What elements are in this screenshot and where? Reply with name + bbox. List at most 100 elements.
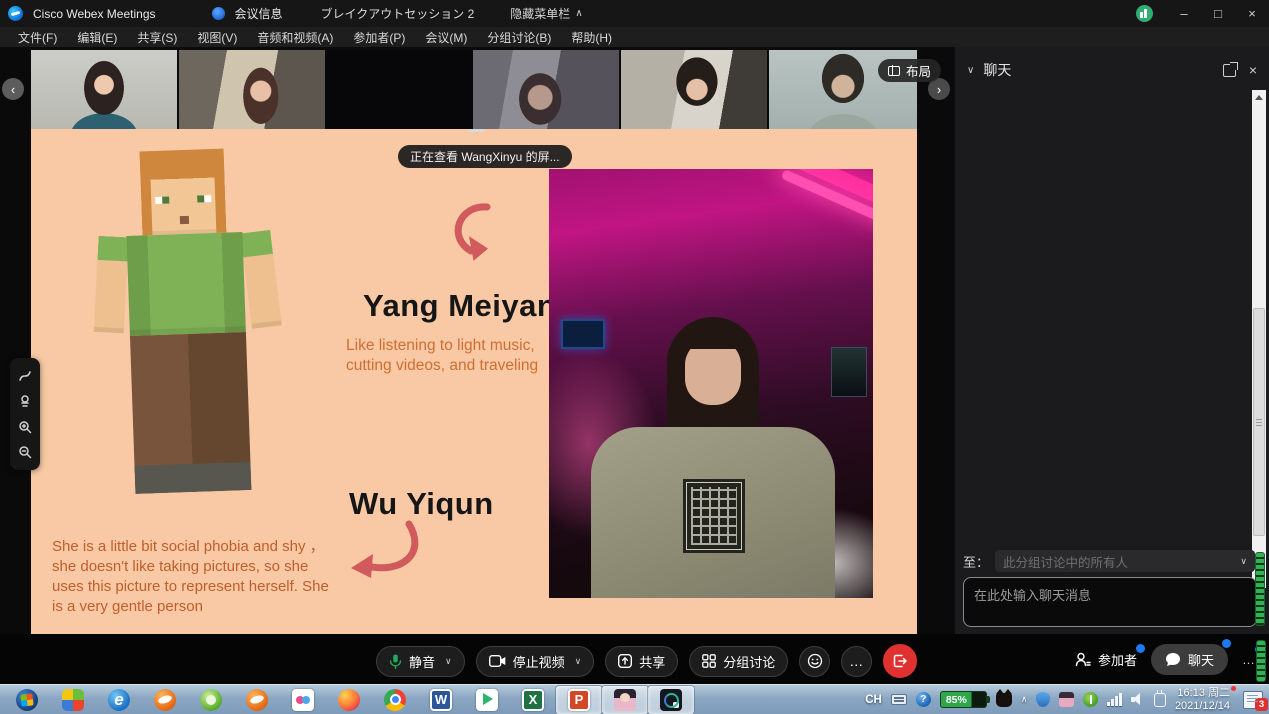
zoom-out-icon[interactable]: [18, 445, 32, 459]
battery-widget[interactable]: 85%: [940, 691, 987, 708]
more-options-button[interactable]: …: [841, 646, 872, 677]
firefox-icon: [338, 689, 360, 711]
stop-video-button[interactable]: 停止视频 ∨: [476, 646, 595, 677]
security-shield-icon[interactable]: [1036, 692, 1050, 707]
photo-monitor: [831, 347, 867, 397]
video-tile-5[interactable]: [621, 50, 767, 129]
recipient-dropdown[interactable]: 此分组讨论中的所有人 ∨: [995, 550, 1255, 572]
taskbar-chrome[interactable]: [372, 686, 418, 714]
cat-app-icon[interactable]: [996, 693, 1012, 707]
layout-grid-icon: [888, 66, 900, 76]
antivirus-icon[interactable]: [1083, 692, 1098, 707]
participants-notification-dot: [1136, 644, 1145, 653]
taskbar-powerpoint[interactable]: [556, 686, 602, 714]
chat-message-input[interactable]: [963, 577, 1257, 627]
notification-center-icon[interactable]: 3: [1243, 691, 1263, 709]
menu-share[interactable]: 共享(S): [127, 27, 187, 48]
close-button[interactable]: ×: [1235, 0, 1269, 27]
help-tray-icon[interactable]: ?: [916, 692, 931, 707]
title-bar: Cisco Webex Meetings 会议信息 ブレイクアウトセッション 2…: [0, 0, 1269, 27]
video-tile-4[interactable]: [473, 50, 619, 129]
scrollbar-thumb[interactable]: [1253, 308, 1265, 536]
mute-button[interactable]: 静音 ∨: [376, 646, 465, 677]
app-grid-icon: [62, 689, 84, 711]
person2-photo: [549, 169, 873, 598]
layout-button[interactable]: 布局: [878, 59, 941, 82]
taskbar-orange-browser[interactable]: [142, 686, 188, 714]
connection-quality-icon[interactable]: [1136, 5, 1153, 22]
maximize-button[interactable]: □: [1201, 0, 1235, 27]
minimize-button[interactable]: –: [1167, 0, 1201, 27]
tray-avatar-icon[interactable]: [1059, 692, 1074, 707]
share-button[interactable]: 共享: [605, 646, 678, 677]
network-signal-icon[interactable]: [1107, 693, 1122, 706]
hide-menubar-button[interactable]: 隐藏菜单栏 ∧: [510, 5, 582, 22]
chat-button[interactable]: 聊天: [1151, 644, 1228, 675]
chevron-down-icon: ∨: [1240, 556, 1247, 567]
menu-file[interactable]: 文件(F): [8, 27, 67, 48]
chat-notification-dot: [1222, 639, 1231, 648]
webex-logo-icon: [8, 6, 23, 21]
taskbar-firefox[interactable]: [326, 686, 372, 714]
taskbar-orange-browser-2[interactable]: [234, 686, 280, 714]
taskbar-green-browser[interactable]: [188, 686, 234, 714]
orange-browser-icon: [246, 689, 268, 711]
tencent-video-icon: [476, 689, 498, 711]
remote-control-icon[interactable]: [18, 394, 32, 408]
app-title: Cisco Webex Meetings: [33, 7, 156, 21]
chat-scrollbar[interactable]: [1252, 90, 1266, 588]
video-tile-2[interactable]: [179, 50, 325, 129]
keyboard-icon[interactable]: [891, 694, 907, 705]
smiley-icon: [807, 653, 823, 669]
taskbar-word[interactable]: [418, 686, 464, 714]
microphone-icon: [389, 654, 402, 669]
video-tile-1[interactable]: [31, 50, 177, 129]
volume-icon[interactable]: [1131, 693, 1145, 706]
taskbar-baidu-netdisk[interactable]: [280, 686, 326, 714]
chat-collapse-chevron-icon[interactable]: ∨: [967, 65, 974, 76]
chrome-icon: [384, 689, 406, 711]
taskbar-photo-viewer[interactable]: [602, 686, 648, 714]
scroll-up-button[interactable]: [1252, 90, 1266, 105]
meeting-info-icon: [212, 7, 225, 20]
taskbar-clock[interactable]: 16:13 周二 2021/12/14: [1175, 687, 1234, 713]
video-tile-3[interactable]: [327, 50, 473, 129]
leave-icon: [892, 653, 908, 669]
windows-start-icon: [16, 689, 38, 711]
breakout-sessions-button[interactable]: 分组讨论: [689, 646, 788, 677]
chevron-down-icon[interactable]: ∨: [575, 656, 582, 667]
language-indicator[interactable]: CH: [865, 694, 882, 706]
leave-meeting-button[interactable]: [883, 644, 917, 678]
power-plug-icon[interactable]: [1154, 693, 1166, 707]
slide-resize-handle[interactable]: [468, 129, 484, 132]
green-browser-icon: [200, 689, 222, 711]
participants-icon: [1075, 652, 1091, 667]
taskbar-tencent-video[interactable]: [464, 686, 510, 714]
menu-help[interactable]: 帮助(H): [561, 27, 622, 48]
chat-panel-title: 聊天: [983, 60, 1011, 80]
participants-button[interactable]: 参加者: [1075, 650, 1137, 669]
zoom-in-icon[interactable]: [18, 420, 32, 434]
panel-more-button[interactable]: …: [1242, 652, 1255, 667]
menu-participants[interactable]: 参加者(P): [343, 27, 415, 48]
chevron-up-icon: ∧: [575, 8, 582, 19]
filmstrip-prev-button[interactable]: ‹: [2, 78, 24, 100]
photo-viewer-icon: [614, 689, 636, 711]
menu-audio-video[interactable]: 音频和视频(A): [247, 27, 343, 48]
menu-view[interactable]: 视图(V): [187, 27, 247, 48]
popout-icon[interactable]: [1223, 64, 1236, 77]
start-button[interactable]: [4, 686, 50, 714]
menu-edit[interactable]: 编辑(E): [67, 27, 127, 48]
chevron-down-icon[interactable]: ∨: [445, 656, 452, 667]
reactions-button[interactable]: [799, 646, 830, 677]
taskbar-internet-explorer[interactable]: e: [96, 686, 142, 714]
taskbar-excel[interactable]: [510, 686, 556, 714]
meeting-info-link[interactable]: 会议信息: [235, 5, 283, 22]
chat-close-icon[interactable]: ×: [1249, 62, 1257, 78]
taskbar-webex[interactable]: [648, 686, 694, 714]
annotate-icon[interactable]: [18, 369, 32, 383]
tray-expand-chevron-icon[interactable]: ∧: [1021, 694, 1028, 705]
menu-meeting[interactable]: 会议(M): [415, 27, 477, 48]
menu-breakout[interactable]: 分组讨论(B): [477, 27, 561, 48]
taskbar-app-grid[interactable]: [50, 686, 96, 714]
